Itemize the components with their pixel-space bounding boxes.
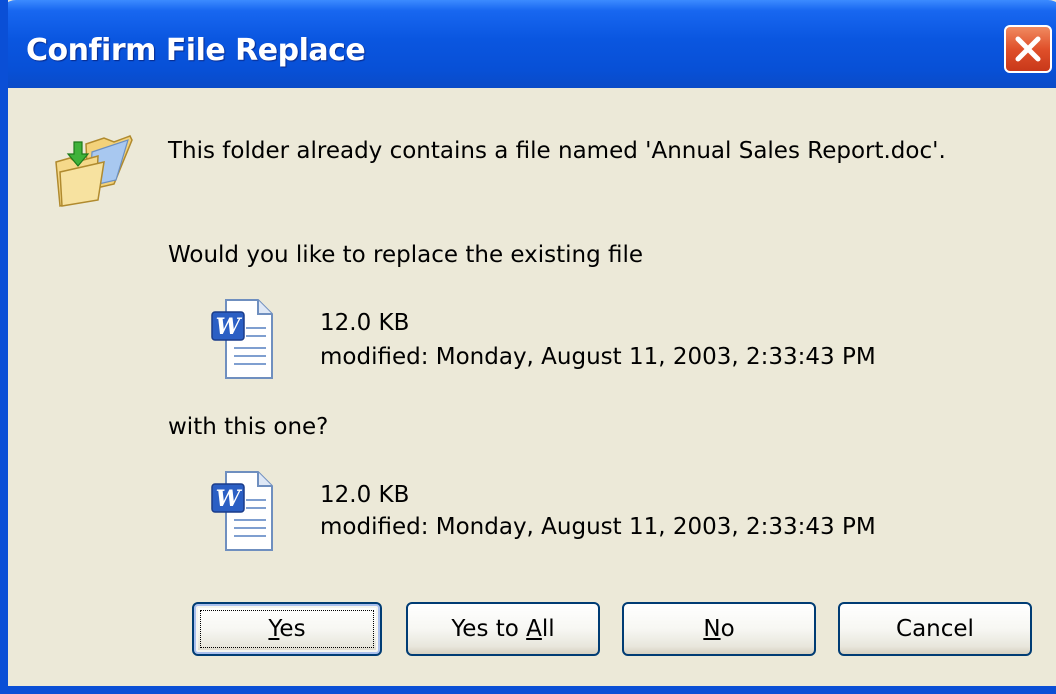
svg-text:W: W (216, 314, 243, 340)
word-document-icon: W (211, 299, 273, 379)
window-title: Confirm File Replace (26, 33, 366, 68)
yes-to-all-button-label: Yes to All (451, 616, 555, 642)
existing-file-modified: modified: Monday, August 11, 2003, 2:33:… (320, 344, 876, 370)
cancel-button[interactable]: Cancel (838, 602, 1032, 656)
confirm-file-replace-dialog: Confirm File Replace This folder already… (0, 0, 1056, 694)
message-with-this-one: with this one? (168, 414, 329, 440)
word-document-icon: W (211, 471, 273, 551)
yes-button[interactable]: Yes (192, 602, 382, 656)
focus-ring (200, 610, 374, 648)
svg-text:W: W (216, 486, 243, 512)
message-replace-question: Would you like to replace the existing f… (168, 242, 644, 268)
no-button-label: No (703, 616, 735, 642)
new-file-modified: modified: Monday, August 11, 2003, 2:33:… (320, 514, 876, 540)
close-icon (1015, 36, 1041, 62)
message-existing-file: This folder already contains a file name… (168, 138, 946, 164)
yes-to-all-button[interactable]: Yes to All (406, 602, 600, 656)
folder-replace-icon (55, 135, 133, 207)
close-button[interactable] (1004, 25, 1052, 73)
new-file-size: 12.0 KB (320, 482, 410, 508)
title-bar[interactable]: Confirm File Replace (8, 0, 1056, 88)
no-button[interactable]: No (622, 602, 816, 656)
existing-file-size: 12.0 KB (320, 310, 410, 336)
cancel-button-label: Cancel (896, 616, 974, 642)
